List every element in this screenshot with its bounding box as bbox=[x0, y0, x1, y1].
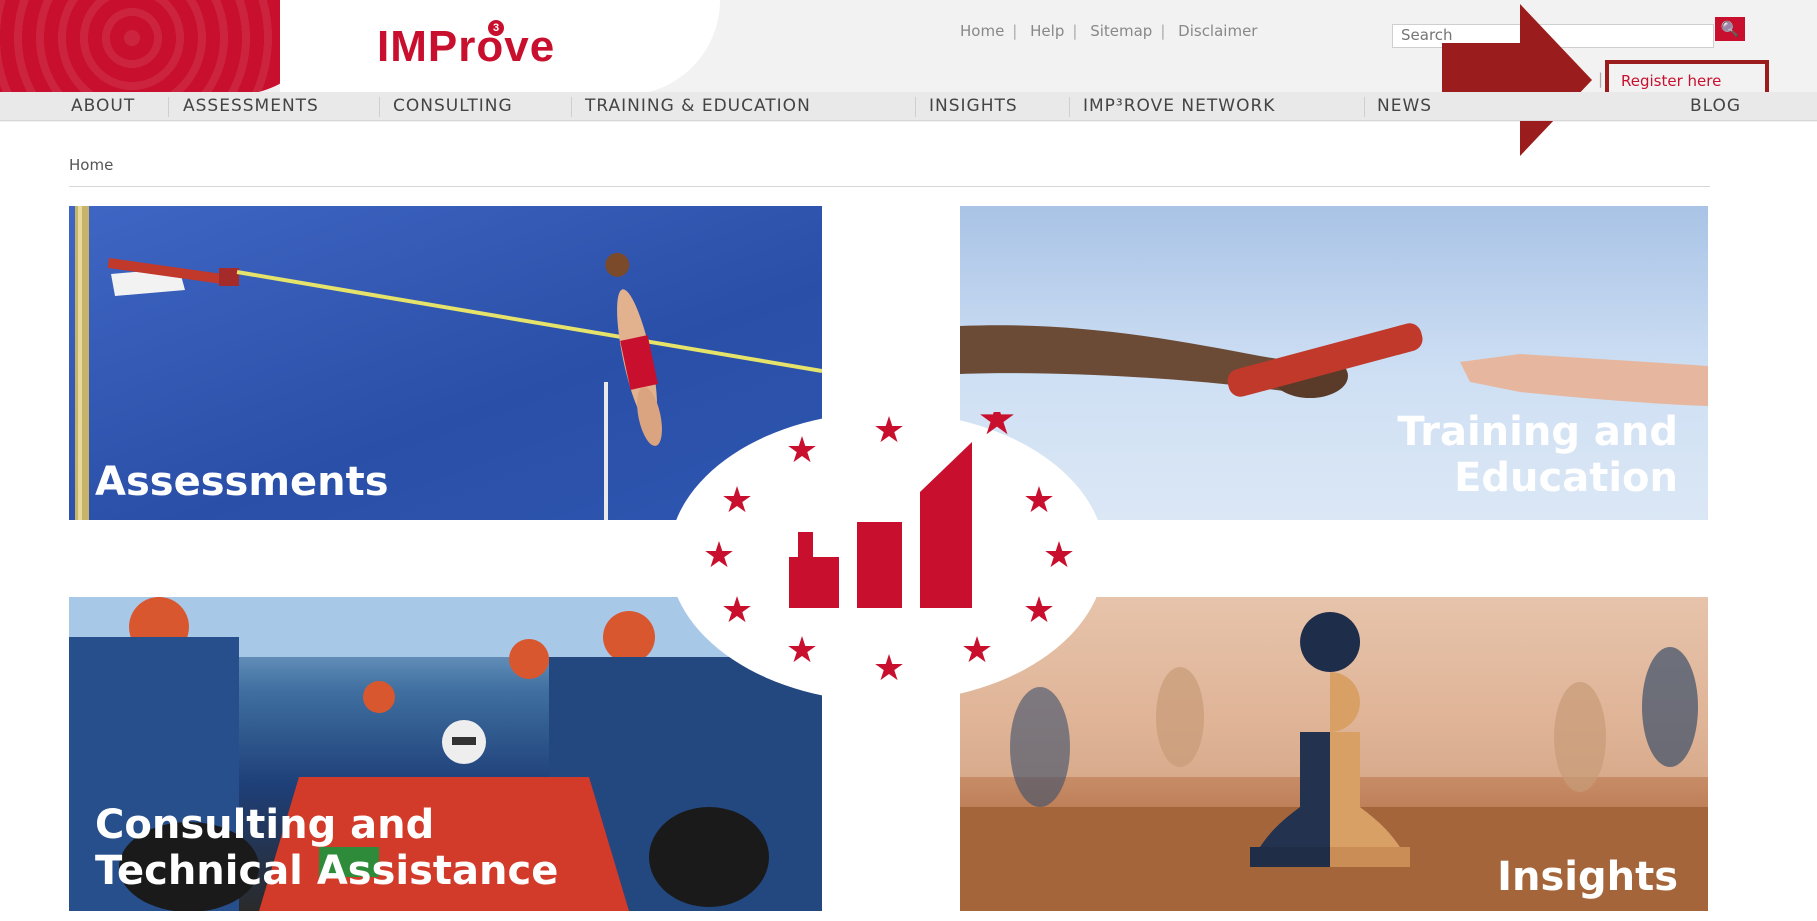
tile-title: Training and Education bbox=[1397, 409, 1678, 501]
nav-item-news[interactable]: NEWS bbox=[1377, 96, 1432, 116]
tile-title: Insights bbox=[1497, 854, 1678, 900]
tile-title: Consulting and Technical Assistance bbox=[95, 802, 558, 894]
top-links: Home | Help | Sitemap | Disclaimer bbox=[956, 22, 1261, 40]
logo-superscript: 3 bbox=[488, 20, 504, 36]
star-icon: ★ bbox=[1023, 590, 1055, 631]
top-link-disclaimer[interactable]: Disclaimer bbox=[1174, 22, 1261, 40]
nav-item-training-education[interactable]: TRAINING & EDUCATION bbox=[585, 96, 811, 116]
nav-item-blog[interactable]: BLOG bbox=[1690, 96, 1741, 116]
star-icon: ★ bbox=[786, 630, 818, 671]
top-link-sitemap[interactable]: Sitemap bbox=[1086, 22, 1156, 40]
nav-separator bbox=[571, 97, 572, 117]
star-icon: ★ bbox=[1043, 535, 1075, 576]
tile-title-line: Education bbox=[1454, 455, 1678, 501]
register-link[interactable]: Register here bbox=[1621, 72, 1721, 90]
tile-title-line: Technical Assistance bbox=[95, 848, 559, 894]
nav-separator bbox=[915, 97, 916, 117]
annotation-arrow-head bbox=[1520, 4, 1592, 156]
nav-separator bbox=[379, 97, 380, 117]
tile-title-line: Training and bbox=[1397, 409, 1678, 455]
star-icon: ★ bbox=[977, 412, 1016, 445]
separator: | bbox=[1012, 22, 1018, 40]
nav-item-assessments[interactable]: ASSESSMENTS bbox=[183, 96, 319, 116]
separator: | bbox=[1072, 22, 1078, 40]
separator: | bbox=[1598, 70, 1604, 88]
top-link-help[interactable]: Help bbox=[1026, 22, 1068, 40]
nav-item-network[interactable]: IMP³ROVE NETWORK bbox=[1083, 96, 1275, 116]
top-link-home[interactable]: Home bbox=[956, 22, 1008, 40]
nav-separator bbox=[168, 97, 169, 117]
tile-title-line: Consulting and bbox=[95, 802, 435, 848]
eu-stars-logo: ★ ★ ★ ★ ★ ★ ★ ★ ★ ★ ★ ★ bbox=[669, 412, 1105, 702]
nav-item-consulting[interactable]: CONSULTING bbox=[393, 96, 513, 116]
star-icon: ★ bbox=[721, 590, 753, 631]
star-icon: ★ bbox=[1023, 480, 1055, 521]
breadcrumb[interactable]: Home bbox=[69, 156, 113, 174]
star-icon: ★ bbox=[873, 648, 905, 689]
star-icon: ★ bbox=[703, 535, 735, 576]
nav-item-about[interactable]: ABOUT bbox=[71, 96, 135, 116]
nav-separator bbox=[1364, 97, 1365, 117]
star-icon: ★ bbox=[873, 412, 905, 451]
search-button[interactable]: 🔍 bbox=[1715, 17, 1745, 41]
star-icon: ★ bbox=[721, 480, 753, 521]
site-logo[interactable]: IMProve bbox=[377, 22, 555, 72]
separator: | bbox=[1160, 22, 1166, 40]
search-icon: 🔍 bbox=[1720, 20, 1740, 38]
star-icon: ★ bbox=[961, 630, 993, 671]
nav-separator bbox=[1069, 97, 1070, 117]
nav-item-insights[interactable]: INSIGHTS bbox=[929, 96, 1018, 116]
star-icon: ★ bbox=[786, 430, 818, 471]
tile-title: Assessments bbox=[95, 459, 389, 505]
divider bbox=[69, 186, 1710, 187]
